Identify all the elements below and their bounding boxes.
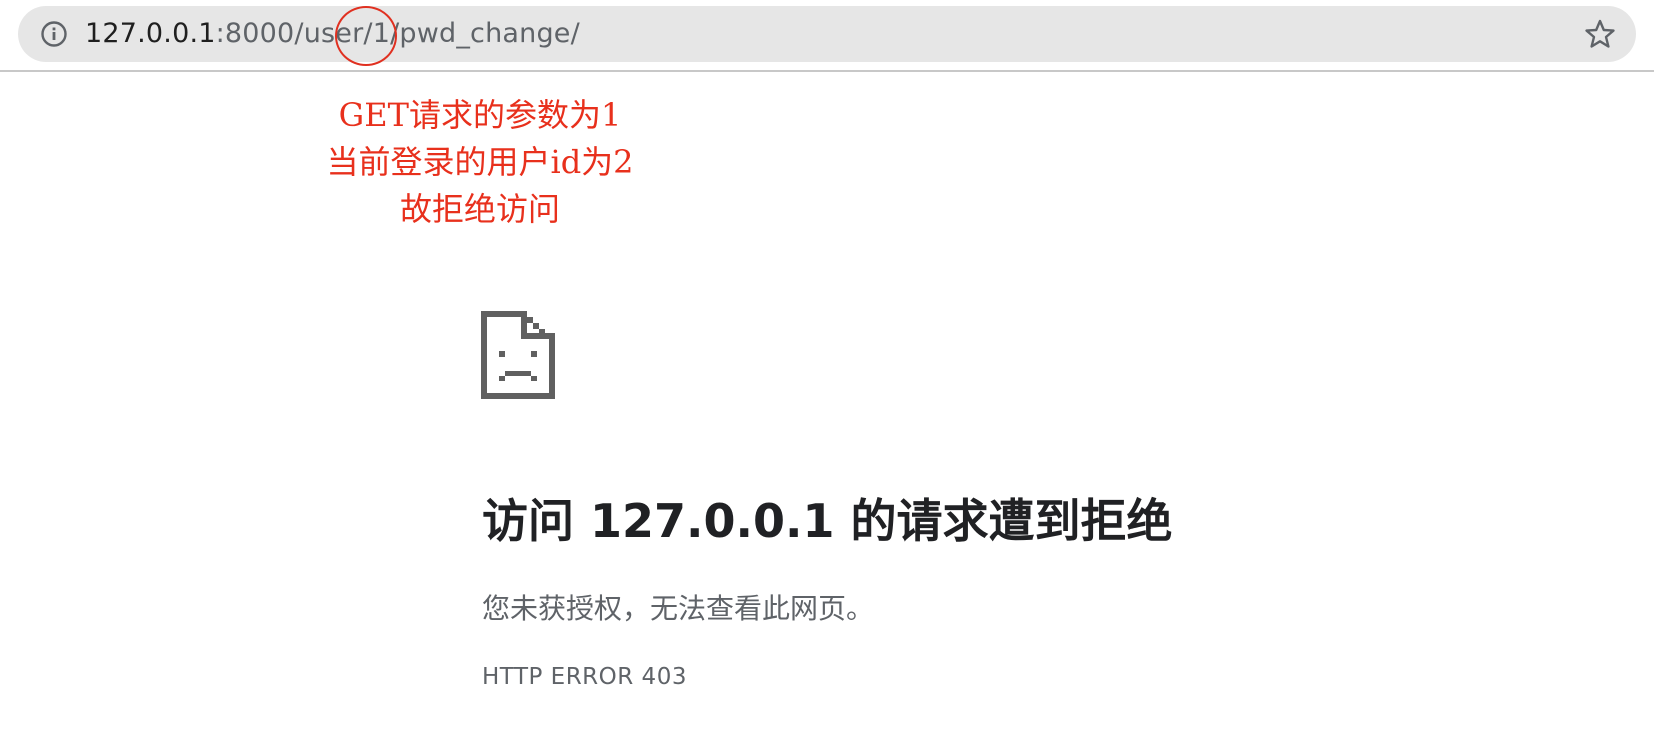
error-title: 访问 127.0.0.1 的请求遭到拒绝 [482, 494, 1173, 548]
error-description: 您未获授权，无法查看此网页。 [482, 592, 875, 625]
url-path: :8000/user/1/pwd_change/ [215, 18, 580, 49]
error-code: HTTP ERROR 403 [482, 664, 687, 690]
annotation-circle [335, 6, 397, 66]
annotation-line: 故拒绝访问 [399, 190, 560, 228]
sad-page-icon [481, 311, 555, 399]
browser-window: 127.0.0.1:8000/user/1/pwd_change/ GET请求的… [0, 0, 1654, 732]
url-host: 127.0.0.1 [85, 18, 216, 49]
annotation-note: GET请求的参数为1 当前登录的用户id为2 故拒绝访问 [260, 92, 700, 233]
info-icon[interactable] [40, 20, 68, 48]
browser-toolbar: 127.0.0.1:8000/user/1/pwd_change/ [0, 0, 1654, 72]
url-text[interactable]: 127.0.0.1:8000/user/1/pwd_change/ [85, 14, 580, 54]
annotation-line: 当前登录的用户id为2 [326, 143, 634, 181]
bookmark-star-icon[interactable] [1584, 18, 1616, 50]
annotation-line: GET请求的参数为1 [338, 96, 622, 134]
